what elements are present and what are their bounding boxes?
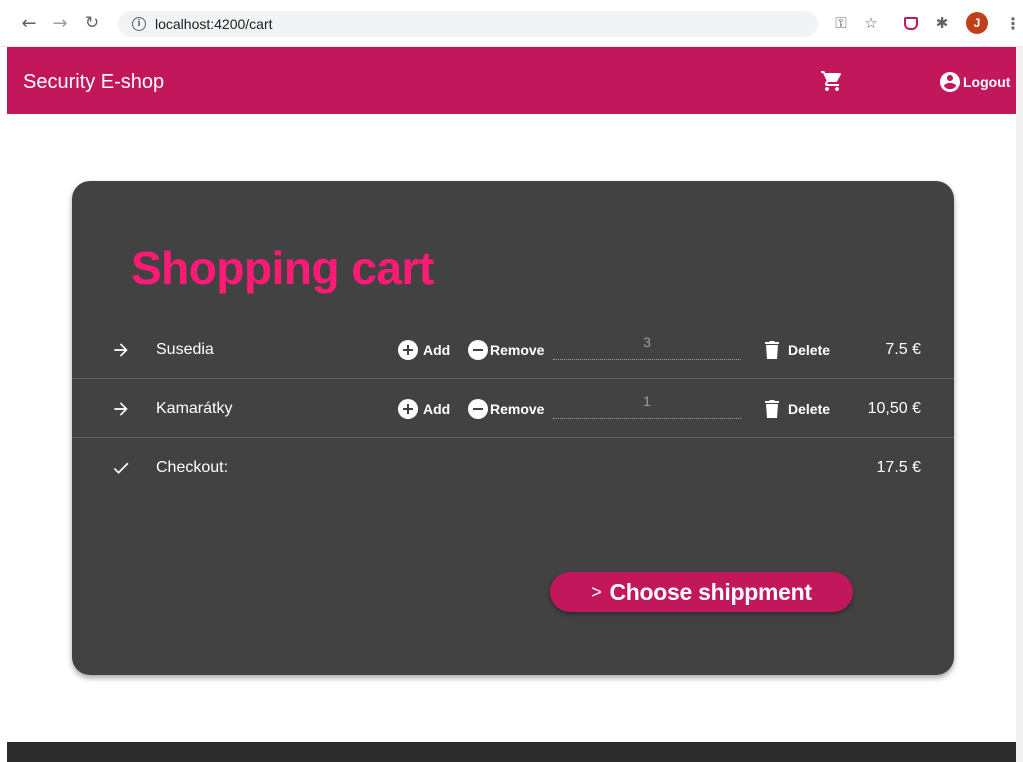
chevron-right-icon: >: [591, 581, 602, 602]
item-name: Kamarátky: [156, 400, 233, 417]
quantity-input[interactable]: [553, 330, 741, 360]
add-circle-icon: [398, 399, 418, 419]
add-label: Add: [423, 342, 451, 358]
add-button[interactable]: Add: [398, 399, 450, 419]
item-name: Susedia: [156, 341, 214, 358]
add-circle-icon: [398, 340, 418, 360]
choose-shippment-label: Choose shippment: [609, 578, 813, 605]
url-text[interactable]: localhost:4200/cart: [155, 16, 273, 32]
remove-button[interactable]: Remove: [468, 340, 544, 360]
add-label: Add: [423, 401, 451, 417]
cart-item-row: Susedia Add Remove Delete 7.5 €: [72, 321, 954, 379]
delete-label: Delete: [788, 400, 831, 417]
add-button[interactable]: Add: [398, 340, 450, 360]
delete-label: Delete: [788, 341, 831, 358]
app-title[interactable]: Security E-shop: [23, 71, 164, 94]
item-price: 7.5 €: [885, 341, 921, 358]
reload-icon[interactable]: ↻: [81, 12, 103, 34]
choose-shippment-button[interactable]: > Choose shippment: [550, 572, 853, 612]
remove-label: Remove: [490, 401, 545, 417]
delete-button[interactable]: Delete: [765, 399, 830, 418]
pocket-extension-icon[interactable]: [901, 13, 921, 33]
cart-item-row: Kamarátky Add Remove Delete 10,50 €: [72, 380, 954, 438]
browser-menu-icon[interactable]: ⋮: [1003, 13, 1023, 33]
quantity-input[interactable]: [553, 389, 741, 419]
extensions-puzzle-icon[interactable]: ✱: [932, 13, 952, 33]
remove-circle-icon: [468, 340, 488, 360]
arrow-right-icon: [114, 402, 128, 416]
shopping-cart-icon[interactable]: [819, 69, 847, 93]
logout-label: Logout: [963, 74, 1011, 90]
logout-button[interactable]: Logout: [938, 70, 1010, 94]
forward-arrow-icon[interactable]: →: [49, 12, 71, 34]
profile-avatar[interactable]: J: [966, 12, 988, 34]
item-price: 10,50 €: [867, 400, 921, 417]
page-scrollbar[interactable]: [1016, 47, 1023, 762]
shopping-cart-card: Shopping cart Susedia Add Remove Delete …: [72, 181, 954, 675]
bookmark-star-icon[interactable]: ☆: [861, 13, 881, 33]
remove-circle-icon: [468, 399, 488, 419]
account-circle-icon: [940, 72, 960, 92]
address-bar[interactable]: i localhost:4200/cart: [118, 11, 818, 37]
delete-button[interactable]: Delete: [765, 340, 830, 359]
browser-toolbar: ← → ↻ i localhost:4200/cart ⚿ ☆ ✱ J ⋮: [0, 0, 1023, 47]
checkout-row: Checkout: 17.5 €: [72, 439, 954, 497]
key-icon[interactable]: ⚿: [831, 13, 851, 33]
app-toolbar: Security E-shop Logout: [7, 47, 1016, 114]
trash-icon: [765, 341, 779, 359]
arrow-right-icon: [114, 343, 128, 357]
check-icon: [113, 462, 129, 474]
remove-label: Remove: [490, 342, 545, 358]
page-title: Shopping cart: [131, 242, 434, 294]
total-price: 17.5 €: [876, 459, 921, 476]
info-icon[interactable]: i: [132, 17, 146, 31]
trash-icon: [765, 400, 779, 418]
page-footer: [7, 742, 1016, 762]
checkout-label: Checkout:: [156, 459, 229, 476]
remove-button[interactable]: Remove: [468, 399, 544, 419]
back-arrow-icon[interactable]: ←: [18, 12, 40, 34]
